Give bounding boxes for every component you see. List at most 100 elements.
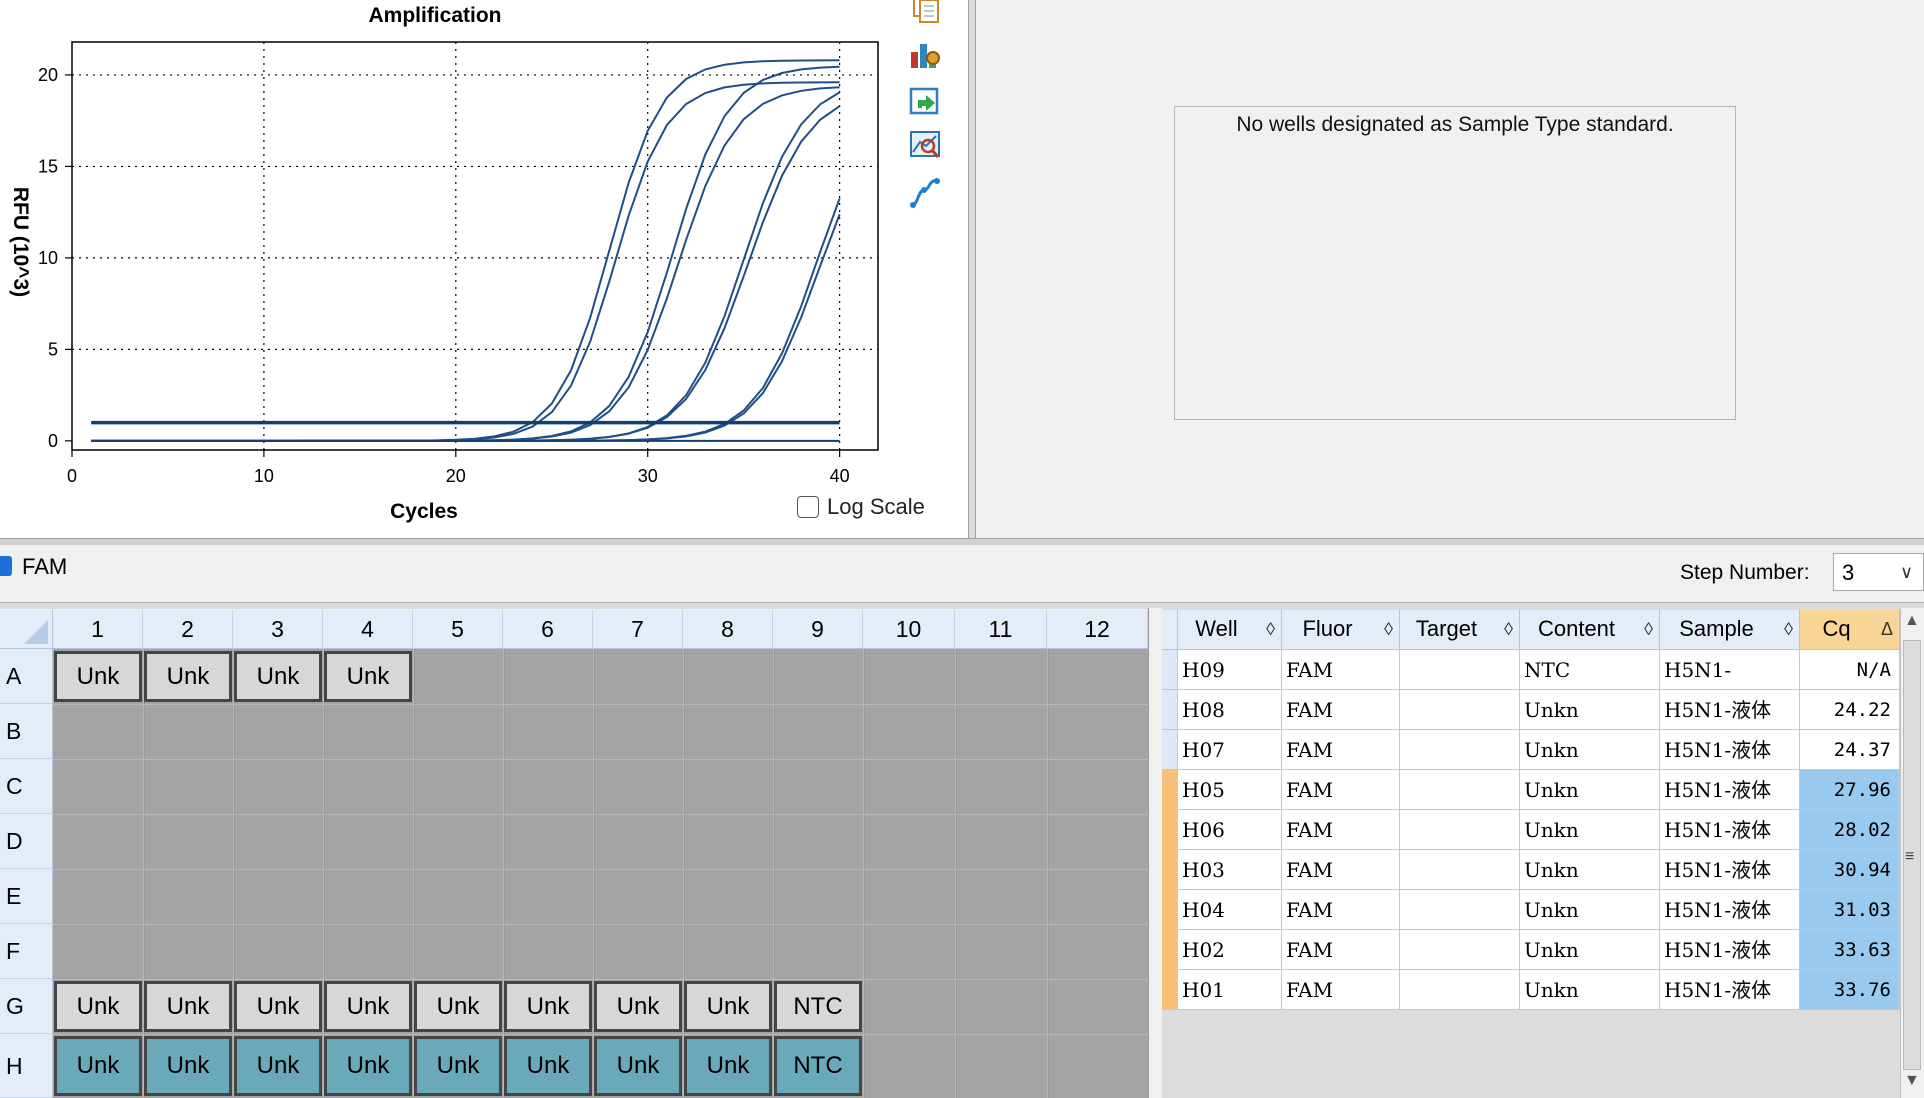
plate-column-header[interactable]: 2	[143, 610, 233, 649]
plate-row-header[interactable]: H	[0, 1034, 53, 1098]
cell-content[interactable]: Unkn	[1520, 890, 1660, 930]
cell-sample[interactable]: H5N1-液体	[1660, 890, 1800, 930]
column-header-fluor[interactable]: Fluor ◊	[1282, 610, 1400, 650]
cell-content[interactable]: Unkn	[1520, 810, 1660, 850]
vertical-splitter[interactable]	[968, 0, 976, 538]
table-row[interactable]: H07 FAM Unkn H5N1-液体 24.37	[1162, 730, 1902, 770]
row-marker[interactable]	[1162, 970, 1178, 1010]
plate-well[interactable]: Unk	[144, 651, 232, 702]
plate-well[interactable]: Unk	[234, 1036, 322, 1096]
export-icon[interactable]	[908, 84, 942, 118]
cell-well[interactable]: H01	[1178, 970, 1282, 1010]
plate-well[interactable]: Unk	[684, 981, 772, 1032]
plate-well[interactable]: Unk	[684, 1036, 772, 1096]
cell-target[interactable]	[1400, 690, 1520, 730]
cell-sample[interactable]: H5N1-液体	[1660, 850, 1800, 890]
cell-well[interactable]: H03	[1178, 850, 1282, 890]
cell-fluor[interactable]: FAM	[1282, 850, 1400, 890]
cell-cq[interactable]: 30.94	[1800, 850, 1900, 890]
sort-icon[interactable]: ◊	[1384, 610, 1393, 648]
plate-well[interactable]: Unk	[54, 1036, 142, 1096]
cell-content[interactable]: Unkn	[1520, 930, 1660, 970]
plate-column-header[interactable]: 6	[503, 610, 593, 649]
cell-sample[interactable]: H5N1-液体	[1660, 730, 1800, 770]
cell-content[interactable]: Unkn	[1520, 770, 1660, 810]
row-marker[interactable]	[1162, 890, 1178, 930]
cell-cq[interactable]: 31.03	[1800, 890, 1900, 930]
curve-icon[interactable]	[908, 176, 942, 210]
plate-row-header[interactable]: C	[0, 759, 53, 814]
cell-sample[interactable]: H5N1-液体	[1660, 930, 1800, 970]
sort-icon[interactable]: ◊	[1266, 610, 1275, 648]
column-header-cq[interactable]: Cq Δ	[1800, 610, 1900, 650]
cell-cq[interactable]: 33.76	[1800, 970, 1900, 1010]
plate-well[interactable]: NTC	[774, 981, 862, 1032]
plate-column-header[interactable]: 3	[233, 610, 323, 649]
cell-well[interactable]: H02	[1178, 930, 1282, 970]
cell-target[interactable]	[1400, 890, 1520, 930]
cell-cq[interactable]: 28.02	[1800, 810, 1900, 850]
plate-well[interactable]: Unk	[324, 1036, 412, 1096]
sort-icon[interactable]: ◊	[1784, 610, 1793, 648]
row-marker[interactable]	[1162, 770, 1178, 810]
cell-sample[interactable]: H5N1-液体	[1660, 770, 1800, 810]
sort-icon[interactable]: ◊	[1644, 610, 1653, 648]
cell-sample[interactable]: H5N1-液体	[1660, 690, 1800, 730]
plate-column-header[interactable]: 7	[593, 610, 683, 649]
plate-row-header[interactable]: B	[0, 704, 53, 759]
plate-well[interactable]: Unk	[54, 981, 142, 1032]
plate-well[interactable]: Unk	[504, 1036, 592, 1096]
row-marker[interactable]	[1162, 650, 1178, 690]
row-marker[interactable]	[1162, 810, 1178, 850]
plate-well[interactable]: Unk	[234, 651, 322, 702]
cell-fluor[interactable]: FAM	[1282, 810, 1400, 850]
plate-column-header[interactable]: 1	[53, 610, 143, 649]
cell-sample[interactable]: H5N1-液体	[1660, 810, 1800, 850]
cell-sample[interactable]: H5N1-液体	[1660, 970, 1800, 1010]
plate-well[interactable]: Unk	[414, 1036, 502, 1096]
cell-target[interactable]	[1400, 930, 1520, 970]
scroll-up-icon[interactable]: ▲	[1904, 612, 1920, 630]
chevron-down-icon[interactable]: ∨	[1900, 562, 1913, 583]
cell-well[interactable]: H05	[1178, 770, 1282, 810]
chart-settings-icon[interactable]	[908, 38, 942, 72]
plate-column-header[interactable]: 4	[323, 610, 413, 649]
cell-fluor[interactable]: FAM	[1282, 690, 1400, 730]
plate-well[interactable]: Unk	[144, 1036, 232, 1096]
plate-well[interactable]: Unk	[324, 651, 412, 702]
table-row[interactable]: H06 FAM Unkn H5N1-液体 28.02	[1162, 810, 1902, 850]
cell-sample[interactable]: H5N1-	[1660, 650, 1800, 690]
cell-well[interactable]: H09	[1178, 650, 1282, 690]
table-row[interactable]: H02 FAM Unkn H5N1-液体 33.63	[1162, 930, 1902, 970]
plate-column-header[interactable]: 9	[773, 610, 863, 649]
copy-icon[interactable]	[908, 0, 942, 34]
cell-content[interactable]: Unkn	[1520, 850, 1660, 890]
fam-checkbox[interactable]	[0, 556, 12, 576]
cell-fluor[interactable]: FAM	[1282, 730, 1400, 770]
cell-target[interactable]	[1400, 770, 1520, 810]
plate-column-header[interactable]: 5	[413, 610, 503, 649]
plate-row-header[interactable]: D	[0, 814, 53, 869]
column-header-target[interactable]: Target ◊	[1400, 610, 1520, 650]
cell-fluor[interactable]: FAM	[1282, 650, 1400, 690]
log-scale-checkbox[interactable]	[797, 496, 819, 518]
cell-well[interactable]: H08	[1178, 690, 1282, 730]
log-scale-toggle[interactable]: Log Scale	[797, 494, 925, 520]
plate-well[interactable]: Unk	[594, 981, 682, 1032]
row-marker[interactable]	[1162, 730, 1178, 770]
cell-cq[interactable]: 24.37	[1800, 730, 1900, 770]
plate-row-header[interactable]: F	[0, 924, 53, 979]
plate-well[interactable]: Unk	[414, 981, 502, 1032]
table-row[interactable]: H03 FAM Unkn H5N1-液体 30.94	[1162, 850, 1902, 890]
table-row[interactable]: H01 FAM Unkn H5N1-液体 33.76	[1162, 970, 1902, 1010]
plate-column-header[interactable]: 10	[863, 610, 955, 649]
cell-well[interactable]: H07	[1178, 730, 1282, 770]
cell-fluor[interactable]: FAM	[1282, 770, 1400, 810]
cell-cq[interactable]: 27.96	[1800, 770, 1900, 810]
cell-target[interactable]	[1400, 850, 1520, 890]
table-row[interactable]: H09 FAM NTC H5N1- N/A	[1162, 650, 1902, 690]
table-row[interactable]: H08 FAM Unkn H5N1-液体 24.22	[1162, 690, 1902, 730]
plate-table-splitter[interactable]	[1148, 608, 1163, 1098]
table-row[interactable]: H05 FAM Unkn H5N1-液体 27.96	[1162, 770, 1902, 810]
cell-target[interactable]	[1400, 810, 1520, 850]
